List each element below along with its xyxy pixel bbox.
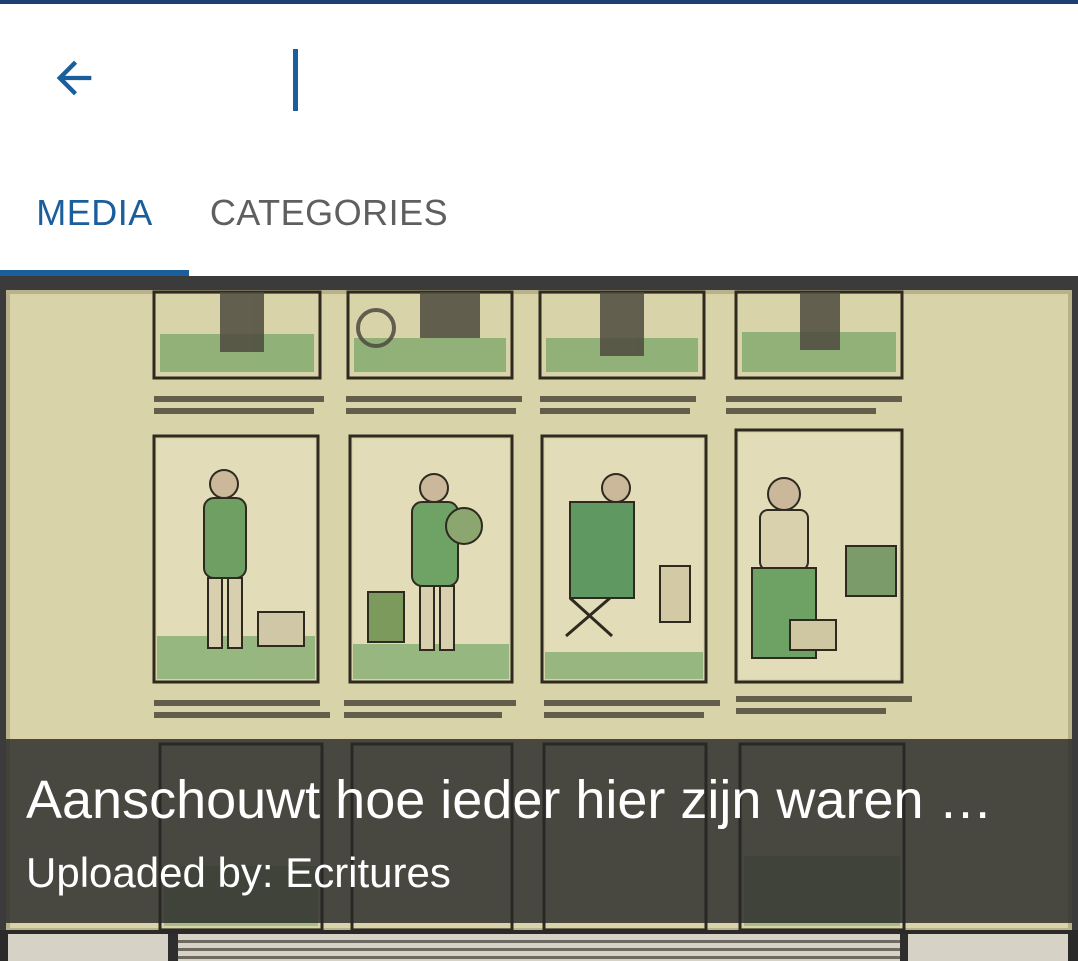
search-toolbar xyxy=(0,4,1078,150)
caption-overlay: Aanschouwt hoe ieder hier zijn waren … U… xyxy=(6,739,1072,923)
search-input[interactable] xyxy=(200,38,1040,118)
tab-categories[interactable]: CATEGORIES xyxy=(190,150,468,276)
media-title: Aanschouwt hoe ieder hier zijn waren … xyxy=(26,770,993,830)
text-cursor xyxy=(293,49,298,111)
search-results-list: Aanschouwt hoe ieder hier zijn waren … U… xyxy=(0,276,1078,961)
media-result-card[interactable]: Aanschouwt hoe ieder hier zijn waren … U… xyxy=(0,276,1078,930)
media-uploader: Uploaded by: Ecritures xyxy=(26,849,451,896)
next-media-card[interactable] xyxy=(0,930,1078,961)
tab-media[interactable]: MEDIA xyxy=(0,150,189,276)
next-media-thumbnail xyxy=(0,930,1078,961)
back-button[interactable] xyxy=(30,34,118,122)
tab-media-label: MEDIA xyxy=(36,192,153,233)
arrow-left-icon xyxy=(56,60,92,96)
tab-bar: MEDIA CATEGORIES xyxy=(0,150,1078,276)
app-screen: MEDIA CATEGORIES Aanschouwt hoe ieder hi… xyxy=(0,0,1078,961)
tab-categories-label: CATEGORIES xyxy=(209,192,449,233)
